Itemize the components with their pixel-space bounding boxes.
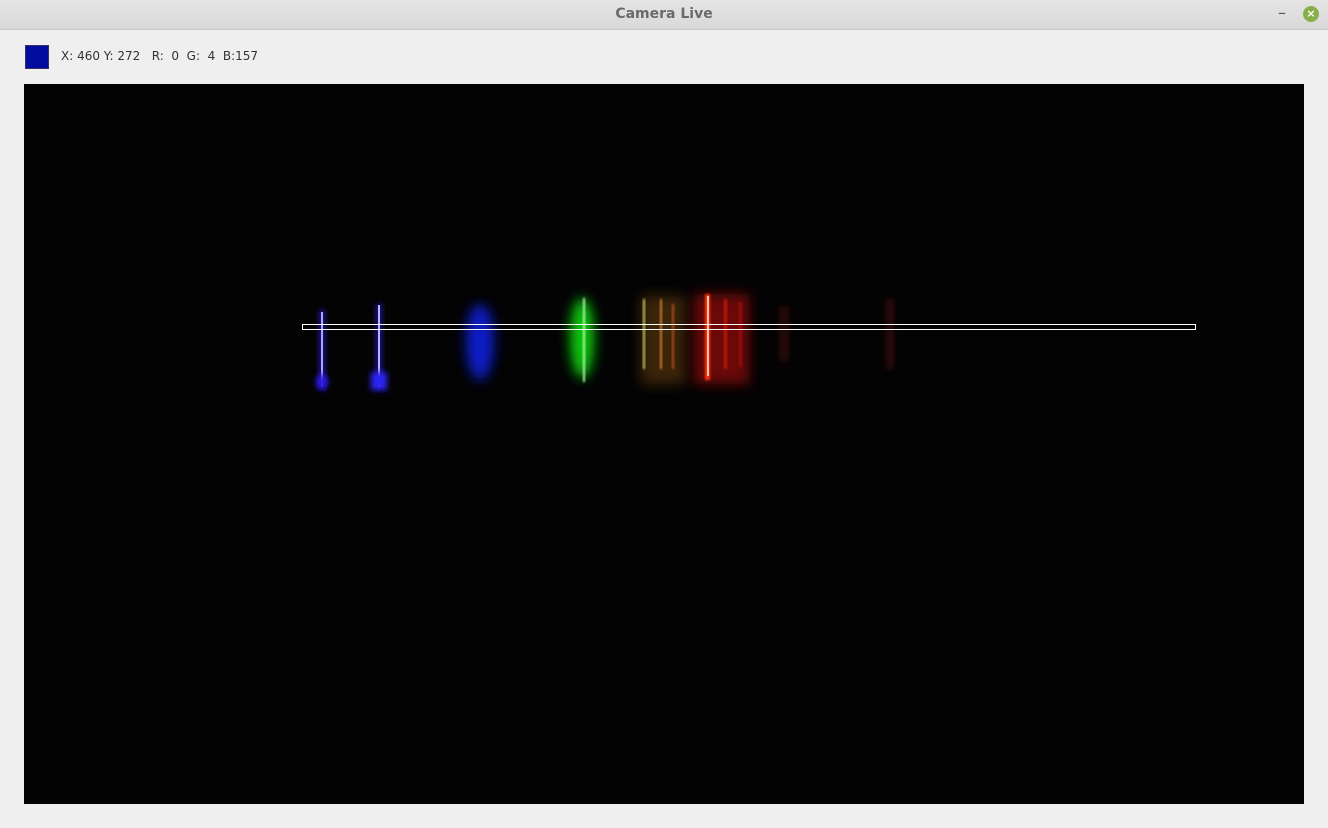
violet-line-1 — [316, 310, 328, 390]
color-swatch — [25, 45, 49, 69]
close-icon[interactable]: × — [1303, 6, 1319, 22]
violet-line-2 — [371, 304, 387, 390]
minimize-icon[interactable]: – — [1272, 2, 1292, 24]
pixel-readout: X: 460 Y: 272 R: 0 G: 4 B:157 — [61, 49, 259, 63]
camera-view[interactable] — [24, 84, 1304, 804]
window-title: Camera Live — [615, 6, 713, 22]
roi-selection-box[interactable] — [302, 324, 1196, 330]
spectrum-image — [316, 294, 894, 390]
title-bar: Camera Live – × — [0, 0, 1328, 30]
